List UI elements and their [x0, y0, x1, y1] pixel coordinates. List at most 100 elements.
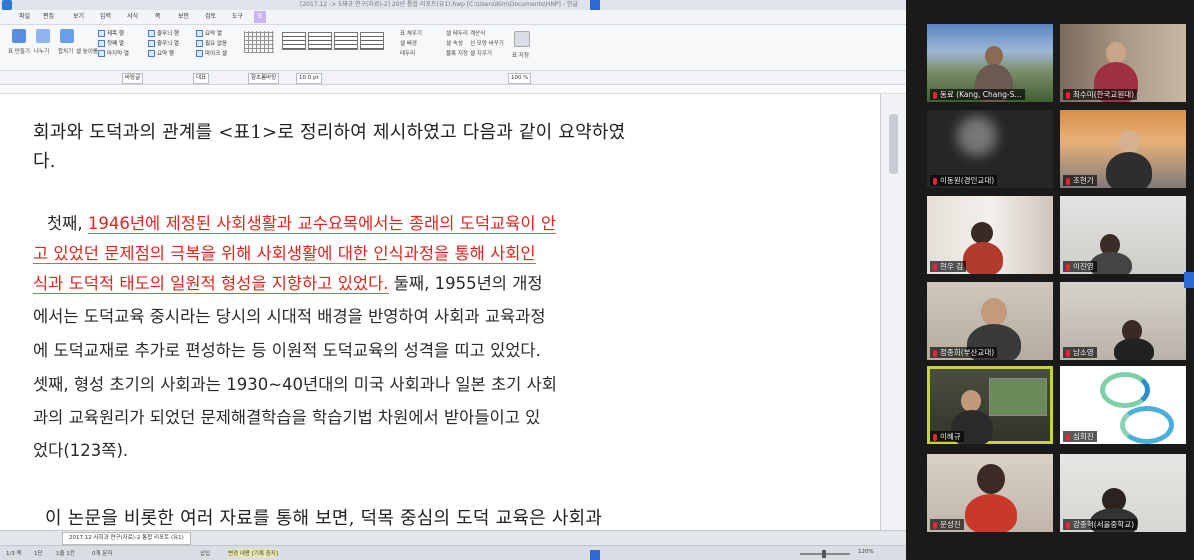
check-none[interactable]: 필요 없음: [196, 39, 227, 47]
ribbon-line-shape[interactable]: 선 모양 바꾸기: [470, 39, 504, 47]
participant-avatar: [1106, 42, 1126, 64]
check-last-col[interactable]: 마지막 열: [98, 49, 129, 57]
menu-edit[interactable]: 편집: [40, 11, 57, 23]
check-first-col[interactable]: 첫째 열: [98, 39, 124, 47]
check-header-row[interactable]: 제목 행: [98, 29, 124, 37]
ribbon-toolbar: 표 만들기 나누기 합치기 셀 높이를 제목 행 첫째 열 마지막 열 줄무늬 …: [0, 25, 906, 71]
table-style-grid-icon[interactable]: [244, 31, 274, 53]
merge-icon[interactable]: [60, 29, 74, 43]
participant-tile-9-speaking[interactable]: 이혜규: [927, 366, 1053, 444]
top-handle-icon[interactable]: [590, 0, 600, 10]
participant-body: [1114, 338, 1154, 360]
participant-tile-10[interactable]: 심희진: [1060, 366, 1186, 444]
participant-tile-5[interactable]: 현우 김: [927, 196, 1053, 274]
doc-line-2: 다.: [33, 151, 56, 172]
table-style-2[interactable]: [308, 32, 332, 50]
ruler: [0, 85, 906, 94]
participant-name: 강종혁(서울중학교): [1063, 519, 1138, 530]
participant-tile-6[interactable]: 이진영: [1060, 196, 1186, 274]
check-total-col[interactable]: 요약 열: [196, 29, 222, 37]
scroll-thumb[interactable]: [889, 114, 898, 174]
participant-tile-7[interactable]: 정종희(부산교대): [927, 282, 1053, 360]
participant-tile-2[interactable]: 최수미(한국교원대): [1060, 24, 1186, 102]
status-chars: 0개 문자: [92, 551, 113, 557]
right-handle-icon[interactable]: [1184, 272, 1194, 288]
status-bar: 1/3 쪽 1단 1줄 1칸 0개 문자 삽입 변경 내용 [기록 중지] 12…: [0, 545, 906, 560]
ribbon-formula[interactable]: 계산식: [470, 29, 485, 37]
check-total-row[interactable]: 요약 행: [148, 49, 174, 57]
vertical-scrollbar[interactable]: [880, 94, 906, 530]
menu-view[interactable]: 보기: [70, 11, 87, 23]
window-title: [2017.12 -> 5재규 연구(자료)-2] 20년 통합 리포트(유1)…: [300, 1, 578, 8]
menu-security[interactable]: 보안: [175, 11, 192, 23]
participant-tile-3[interactable]: 이동원(경인교대): [927, 110, 1053, 188]
check-band-row[interactable]: 줄무늬 행: [148, 29, 179, 37]
menu-format[interactable]: 서식: [124, 11, 141, 23]
ribbon-row-height[interactable]: 셀 높이를: [76, 47, 98, 55]
font-select[interactable]: 함초롬바탕: [248, 73, 280, 84]
check-band-col[interactable]: 줄무늬 열: [148, 39, 179, 47]
ribbon-cell-bg[interactable]: 셀 배경: [400, 39, 417, 47]
table-style-4[interactable]: [360, 32, 384, 50]
ribbon-split[interactable]: 나누기: [34, 47, 49, 55]
menu-bar: 파일 편집 보기 입력 서식 쪽 보안 검토 도구 표: [0, 10, 906, 25]
mic-muted-icon: [1066, 263, 1070, 271]
table-select-icon[interactable]: [514, 31, 530, 47]
participant-avatar: [957, 116, 997, 156]
ribbon-merge[interactable]: 합치기: [58, 47, 73, 55]
participant-name: 이진영: [1063, 261, 1097, 272]
participant-tile-1[interactable]: 동료 (Kang, Chang-S...: [927, 24, 1053, 102]
ribbon-block-select[interactable]: 블록 지정: [446, 49, 468, 57]
participant-tile-12[interactable]: 강종혁(서울중학교): [1060, 454, 1186, 532]
ribbon-cell-border[interactable]: 셀 테두리: [446, 29, 468, 37]
check-mic-cell[interactable]: 마이크 셀: [196, 49, 227, 57]
participant-tile-11[interactable]: 문성진: [927, 454, 1053, 532]
quote-red-3: 식과 도덕적 태도의 일원적 형성을 지향하고 있었다.: [33, 274, 389, 294]
document-tab[interactable]: 2017.12 사회과 연구(자료)-2 통합 리포트 (유1): [62, 532, 191, 545]
status-mode: 삽입: [200, 551, 211, 557]
menu-tools[interactable]: 도구: [229, 11, 246, 23]
participant-tile-8[interactable]: 남소영: [1060, 282, 1186, 360]
menu-review[interactable]: 검토: [202, 11, 219, 23]
table-style-1[interactable]: [282, 32, 306, 50]
logo-graphic: [1100, 372, 1150, 408]
ribbon-cell-delete[interactable]: 셀 지우기: [470, 49, 492, 57]
menu-table[interactable]: 표: [254, 11, 266, 23]
zoom-slider[interactable]: [800, 550, 850, 558]
participant-tile-4[interactable]: 조현기: [1060, 110, 1186, 188]
screen-background: [989, 378, 1047, 416]
ribbon-table-create[interactable]: 표 만들기: [8, 47, 30, 55]
status-track-changes[interactable]: 변경 내용 [기록 중지]: [228, 549, 279, 557]
ribbon-table-select[interactable]: 표 지정: [512, 51, 529, 59]
participant-avatar: [985, 46, 1003, 66]
format-toolbar: 바탕글 대표 함초롬바탕 10.0 pt 100 %: [0, 71, 906, 85]
quote-line-5: 에 도덕교재로 추가로 편성하는 등 이원적 도덕교육의 성격을 띠고 있었다.: [33, 341, 541, 360]
video-call-panel: 동료 (Kang, Chang-S... 최수미(한국교원대) 이동원(경인교대…: [906, 0, 1194, 560]
bottom-handle-icon[interactable]: [590, 550, 600, 560]
participant-avatar: [1118, 130, 1140, 154]
hwp-window: [2017.12 -> 5재규 연구(자료)-2] 20년 통합 리포트(유1)…: [0, 0, 906, 560]
menu-page[interactable]: 쪽: [152, 11, 164, 23]
ribbon-fill[interactable]: 표 채우기: [400, 29, 422, 37]
participant-name: 조현기: [1063, 175, 1097, 186]
language-select[interactable]: 대표: [193, 73, 210, 84]
zoom-select[interactable]: 100 %: [508, 73, 532, 84]
status-zoom: 120%: [858, 549, 874, 555]
mic-muted-icon: [933, 177, 937, 185]
split-icon[interactable]: [36, 29, 50, 43]
ribbon-border[interactable]: 테두리: [400, 49, 415, 57]
doc-line-bottom: 이 논문을 비롯한 여러 자료를 통해 보면, 덕목 중심의 도덕 교육은 사회…: [45, 508, 603, 529]
mic-muted-icon: [1066, 91, 1070, 99]
menu-file[interactable]: 파일: [16, 11, 33, 23]
ribbon-cell-props[interactable]: 셀 속성: [446, 39, 463, 47]
participant-name: 현우 김: [930, 261, 967, 272]
style-select[interactable]: 바탕글: [122, 73, 144, 84]
menu-insert[interactable]: 입력: [97, 11, 114, 23]
table-create-icon[interactable]: [12, 29, 26, 43]
font-size-input[interactable]: 10.0 pt: [296, 73, 322, 84]
quote-line-3: 식과 도덕적 태도의 일원적 형성을 지향하고 있었다. 둘째, 1955년의 …: [33, 270, 543, 294]
mic-muted-icon: [933, 349, 937, 357]
table-style-3[interactable]: [334, 32, 358, 50]
zoom-knob[interactable]: [822, 550, 826, 558]
document-page[interactable]: 회과와 도덕과의 관계를 <표1>로 정리하여 제시하였고 다음과 같이 요약하…: [0, 94, 880, 530]
